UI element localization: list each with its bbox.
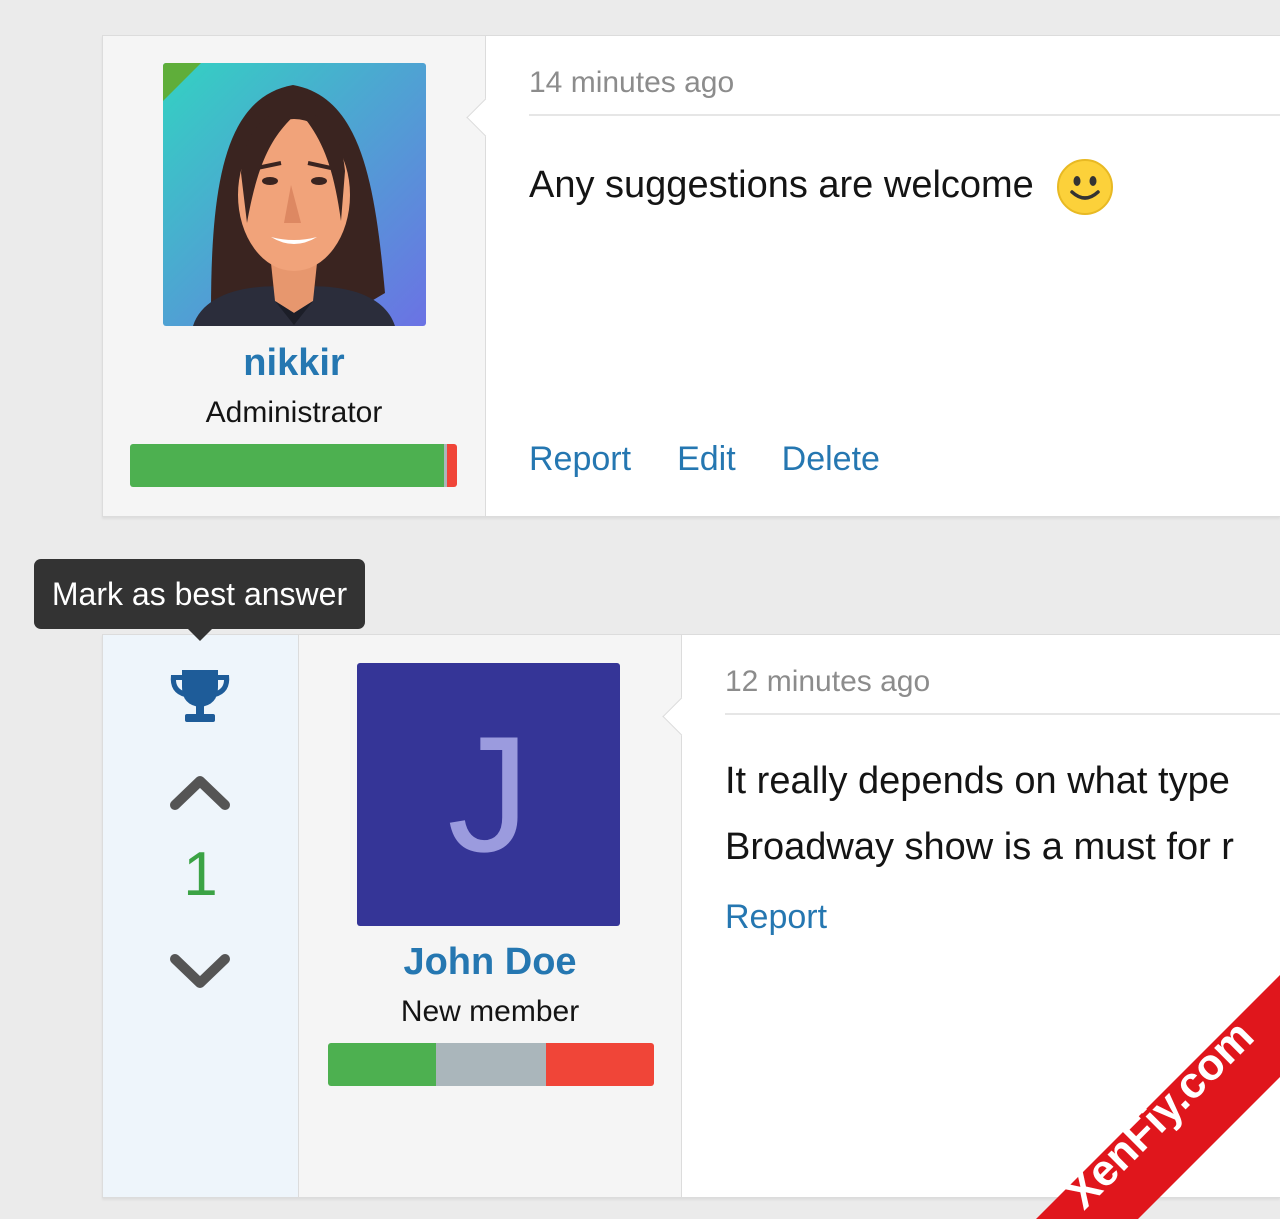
reputation-negative bbox=[546, 1043, 654, 1086]
username[interactable]: John Doe bbox=[299, 941, 681, 984]
post-john-doe: 1 J John Doe New member 12 minutes ago I… bbox=[102, 634, 1280, 1198]
best-answer-tooltip: Mark as best answer bbox=[34, 559, 365, 641]
reputation-bar bbox=[130, 444, 457, 487]
reputation-bar bbox=[328, 1043, 654, 1086]
user-info: nikkir Administrator bbox=[103, 36, 486, 516]
trophy-icon[interactable] bbox=[167, 667, 233, 725]
delete-link[interactable]: Delete bbox=[782, 440, 880, 479]
user-title: New member bbox=[400, 995, 580, 1028]
message-line-1: It really depends on what type bbox=[725, 760, 1230, 802]
post-actions: Report Edit Delete bbox=[529, 440, 880, 479]
reputation-positive bbox=[328, 1043, 436, 1086]
post-time[interactable]: 14 minutes ago bbox=[529, 66, 1280, 116]
user-info: J John Doe New member bbox=[299, 635, 682, 1197]
post-nikkir: nikkir Administrator 14 minutes ago Any … bbox=[102, 35, 1280, 517]
reputation-neutral bbox=[435, 1043, 547, 1086]
post-time[interactable]: 12 minutes ago bbox=[725, 665, 1280, 715]
user-title: Administrator bbox=[205, 396, 383, 429]
username[interactable]: nikkir bbox=[103, 342, 485, 385]
tooltip-text: Mark as best answer bbox=[51, 576, 348, 612]
edit-link[interactable]: Edit bbox=[677, 440, 736, 479]
message-body: Any suggestions are welcome bbox=[529, 158, 1114, 216]
staff-badge-corner bbox=[163, 63, 201, 101]
vote-score: 1 bbox=[183, 840, 218, 909]
vote-column: 1 bbox=[103, 635, 299, 1197]
upvote-icon[interactable] bbox=[169, 773, 231, 811]
reputation-positive bbox=[130, 444, 444, 487]
report-link[interactable]: Report bbox=[529, 440, 631, 479]
reputation-negative bbox=[447, 444, 457, 487]
message-text: Any suggestions are welcome bbox=[529, 164, 1034, 207]
message-body: It really depends on what type Broadway … bbox=[725, 748, 1234, 880]
post-actions: Report bbox=[725, 898, 827, 937]
avatar[interactable]: J bbox=[357, 663, 620, 926]
tooltip-pointer bbox=[188, 629, 212, 641]
message-line-2: Broadway show is a must for r bbox=[725, 826, 1234, 868]
report-link[interactable]: Report bbox=[725, 898, 827, 937]
message-content: 14 minutes ago Any suggestions are welco… bbox=[529, 36, 1280, 516]
downvote-icon[interactable] bbox=[169, 953, 231, 991]
message-content: 12 minutes ago It really depends on what… bbox=[725, 635, 1280, 1197]
avatar-portrait bbox=[163, 63, 426, 326]
avatar[interactable] bbox=[163, 63, 426, 326]
smiley-icon bbox=[1057, 159, 1114, 215]
